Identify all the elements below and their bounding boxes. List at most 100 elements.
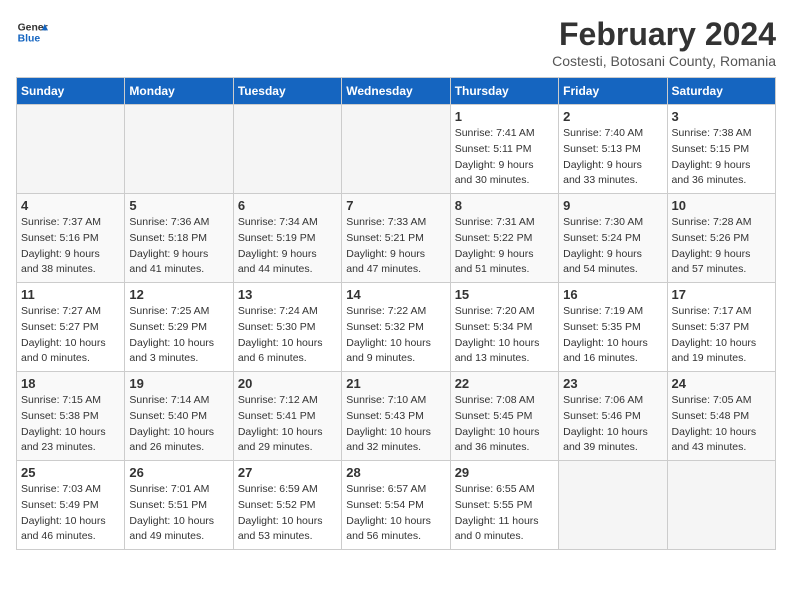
calendar-cell: 21Sunrise: 7:10 AM Sunset: 5:43 PM Dayli…: [342, 372, 450, 461]
svg-text:Blue: Blue: [18, 34, 41, 45]
day-number: 27: [238, 465, 337, 480]
calendar-week-row: 1 Sunrise: 7:41 AM Sunset: 5:11 PM Daylig…: [17, 105, 776, 194]
day-info: Sunrise: 7:27 AM Sunset: 5:27 PM Dayligh…: [21, 304, 120, 367]
calendar-cell: 22 Sunrise: 7:08 AM Sunset: 5:45 PM Dayli…: [450, 372, 558, 461]
calendar-cell: 7Sunrise: 7:33 AM Sunset: 5:21 PM Daylig…: [342, 194, 450, 283]
day-info: Sunrise: 7:22 AM Sunset: 5:32 PM Dayligh…: [346, 304, 445, 367]
calendar-cell: 29 Sunrise: 6:55 AM Sunset: 5:55 PM Dayli…: [450, 461, 558, 550]
day-number: 7: [346, 198, 445, 213]
day-number: 15: [455, 287, 554, 302]
day-number: 1: [455, 109, 554, 124]
calendar-cell: 27 Sunrise: 6:59 AM Sunset: 5:52 PM Dayli…: [233, 461, 341, 550]
col-header-thursday: Thursday: [450, 78, 558, 105]
day-number: 28: [346, 465, 445, 480]
calendar-cell: 2Sunrise: 7:40 AM Sunset: 5:13 PM Daylig…: [559, 105, 667, 194]
day-number: 26: [129, 465, 228, 480]
day-number: 10: [672, 198, 771, 213]
calendar-cell: 16 Sunrise: 7:19 AM Sunset: 5:35 PM Dayli…: [559, 283, 667, 372]
day-number: 17: [672, 287, 771, 302]
day-info: Sunrise: 7:36 AM Sunset: 5:18 PM Dayligh…: [129, 215, 228, 278]
day-number: 3: [672, 109, 771, 124]
day-number: 6: [238, 198, 337, 213]
day-info: Sunrise: 7:15 AM Sunset: 5:38 PM Dayligh…: [21, 393, 120, 456]
calendar-cell: [559, 461, 667, 550]
calendar-cell: [233, 105, 341, 194]
day-info: Sunrise: 7:34 AM Sunset: 5:19 PM Dayligh…: [238, 215, 337, 278]
calendar-cell: [667, 461, 775, 550]
day-info: Sunrise: 7:30 AM Sunset: 5:24 PM Dayligh…: [563, 215, 662, 278]
day-number: 8: [455, 198, 554, 213]
day-number: 5: [129, 198, 228, 213]
day-number: 9: [563, 198, 662, 213]
day-info: Sunrise: 7:24 AM Sunset: 5:30 PM Dayligh…: [238, 304, 337, 367]
day-info: Sunrise: 7:38 AM Sunset: 5:15 PM Dayligh…: [672, 126, 771, 189]
col-header-monday: Monday: [125, 78, 233, 105]
calendar-week-row: 11 Sunrise: 7:27 AM Sunset: 5:27 PM Dayli…: [17, 283, 776, 372]
calendar-cell: 8Sunrise: 7:31 AM Sunset: 5:22 PM Daylig…: [450, 194, 558, 283]
day-number: 23: [563, 376, 662, 391]
calendar-cell: 17 Sunrise: 7:17 AM Sunset: 5:37 PM Dayli…: [667, 283, 775, 372]
day-number: 13: [238, 287, 337, 302]
calendar-cell: 10 Sunrise: 7:28 AM Sunset: 5:26 PM Dayli…: [667, 194, 775, 283]
calendar-cell: 23 Sunrise: 7:06 AM Sunset: 5:46 PM Dayli…: [559, 372, 667, 461]
calendar-cell: 25Sunrise: 7:03 AM Sunset: 5:49 PM Dayli…: [17, 461, 125, 550]
calendar-cell: [342, 105, 450, 194]
calendar-cell: 1 Sunrise: 7:41 AM Sunset: 5:11 PM Daylig…: [450, 105, 558, 194]
calendar-cell: 4 Sunrise: 7:37 AM Sunset: 5:16 PM Daylig…: [17, 194, 125, 283]
calendar-cell: 19 Sunrise: 7:14 AM Sunset: 5:40 PM Dayli…: [125, 372, 233, 461]
calendar-cell: 9 Sunrise: 7:30 AM Sunset: 5:24 PM Daylig…: [559, 194, 667, 283]
calendar-cell: 11 Sunrise: 7:27 AM Sunset: 5:27 PM Dayli…: [17, 283, 125, 372]
page-header: General Blue February 2024 Costesti, Bot…: [16, 16, 776, 69]
day-info: Sunrise: 6:55 AM Sunset: 5:55 PM Dayligh…: [455, 482, 554, 545]
day-info: Sunrise: 7:06 AM Sunset: 5:46 PM Dayligh…: [563, 393, 662, 456]
day-info: Sunrise: 7:37 AM Sunset: 5:16 PM Dayligh…: [21, 215, 120, 278]
day-number: 12: [129, 287, 228, 302]
col-header-tuesday: Tuesday: [233, 78, 341, 105]
logo-icon: General Blue: [16, 16, 48, 48]
calendar-cell: 24 Sunrise: 7:05 AM Sunset: 5:48 PM Dayli…: [667, 372, 775, 461]
day-info: Sunrise: 7:41 AM Sunset: 5:11 PM Dayligh…: [455, 126, 554, 189]
day-info: Sunrise: 7:19 AM Sunset: 5:35 PM Dayligh…: [563, 304, 662, 367]
day-info: Sunrise: 7:17 AM Sunset: 5:37 PM Dayligh…: [672, 304, 771, 367]
day-info: Sunrise: 7:03 AM Sunset: 5:49 PM Dayligh…: [21, 482, 120, 545]
calendar-cell: 5 Sunrise: 7:36 AM Sunset: 5:18 PM Daylig…: [125, 194, 233, 283]
day-info: Sunrise: 7:12 AM Sunset: 5:41 PM Dayligh…: [238, 393, 337, 456]
day-number: 29: [455, 465, 554, 480]
calendar-cell: 20Sunrise: 7:12 AM Sunset: 5:41 PM Dayli…: [233, 372, 341, 461]
title-area: February 2024 Costesti, Botosani County,…: [552, 16, 776, 69]
col-header-friday: Friday: [559, 78, 667, 105]
col-header-wednesday: Wednesday: [342, 78, 450, 105]
day-info: Sunrise: 7:10 AM Sunset: 5:43 PM Dayligh…: [346, 393, 445, 456]
day-info: Sunrise: 7:25 AM Sunset: 5:29 PM Dayligh…: [129, 304, 228, 367]
day-number: 18: [21, 376, 120, 391]
col-header-saturday: Saturday: [667, 78, 775, 105]
day-info: Sunrise: 7:20 AM Sunset: 5:34 PM Dayligh…: [455, 304, 554, 367]
day-info: Sunrise: 7:14 AM Sunset: 5:40 PM Dayligh…: [129, 393, 228, 456]
day-info: Sunrise: 7:08 AM Sunset: 5:45 PM Dayligh…: [455, 393, 554, 456]
calendar-week-row: 4 Sunrise: 7:37 AM Sunset: 5:16 PM Daylig…: [17, 194, 776, 283]
calendar-header-row: SundayMondayTuesdayWednesdayThursdayFrid…: [17, 78, 776, 105]
day-number: 19: [129, 376, 228, 391]
calendar-cell: 26Sunrise: 7:01 AM Sunset: 5:51 PM Dayli…: [125, 461, 233, 550]
day-number: 14: [346, 287, 445, 302]
day-number: 24: [672, 376, 771, 391]
calendar-table: SundayMondayTuesdayWednesdayThursdayFrid…: [16, 77, 776, 550]
calendar-cell: [125, 105, 233, 194]
day-info: Sunrise: 7:05 AM Sunset: 5:48 PM Dayligh…: [672, 393, 771, 456]
logo: General Blue: [16, 16, 48, 48]
day-number: 22: [455, 376, 554, 391]
day-info: Sunrise: 7:28 AM Sunset: 5:26 PM Dayligh…: [672, 215, 771, 278]
day-info: Sunrise: 6:59 AM Sunset: 5:52 PM Dayligh…: [238, 482, 337, 545]
calendar-cell: 3 Sunrise: 7:38 AM Sunset: 5:15 PM Daylig…: [667, 105, 775, 194]
calendar-cell: 6 Sunrise: 7:34 AM Sunset: 5:19 PM Daylig…: [233, 194, 341, 283]
day-number: 4: [21, 198, 120, 213]
day-number: 11: [21, 287, 120, 302]
col-header-sunday: Sunday: [17, 78, 125, 105]
day-number: 16: [563, 287, 662, 302]
calendar-week-row: 25Sunrise: 7:03 AM Sunset: 5:49 PM Dayli…: [17, 461, 776, 550]
month-title: February 2024: [552, 16, 776, 53]
calendar-week-row: 18 Sunrise: 7:15 AM Sunset: 5:38 PM Dayli…: [17, 372, 776, 461]
calendar-cell: 15 Sunrise: 7:20 AM Sunset: 5:34 PM Dayli…: [450, 283, 558, 372]
calendar-cell: 28Sunrise: 6:57 AM Sunset: 5:54 PM Dayli…: [342, 461, 450, 550]
day-info: Sunrise: 7:40 AM Sunset: 5:13 PM Dayligh…: [563, 126, 662, 189]
